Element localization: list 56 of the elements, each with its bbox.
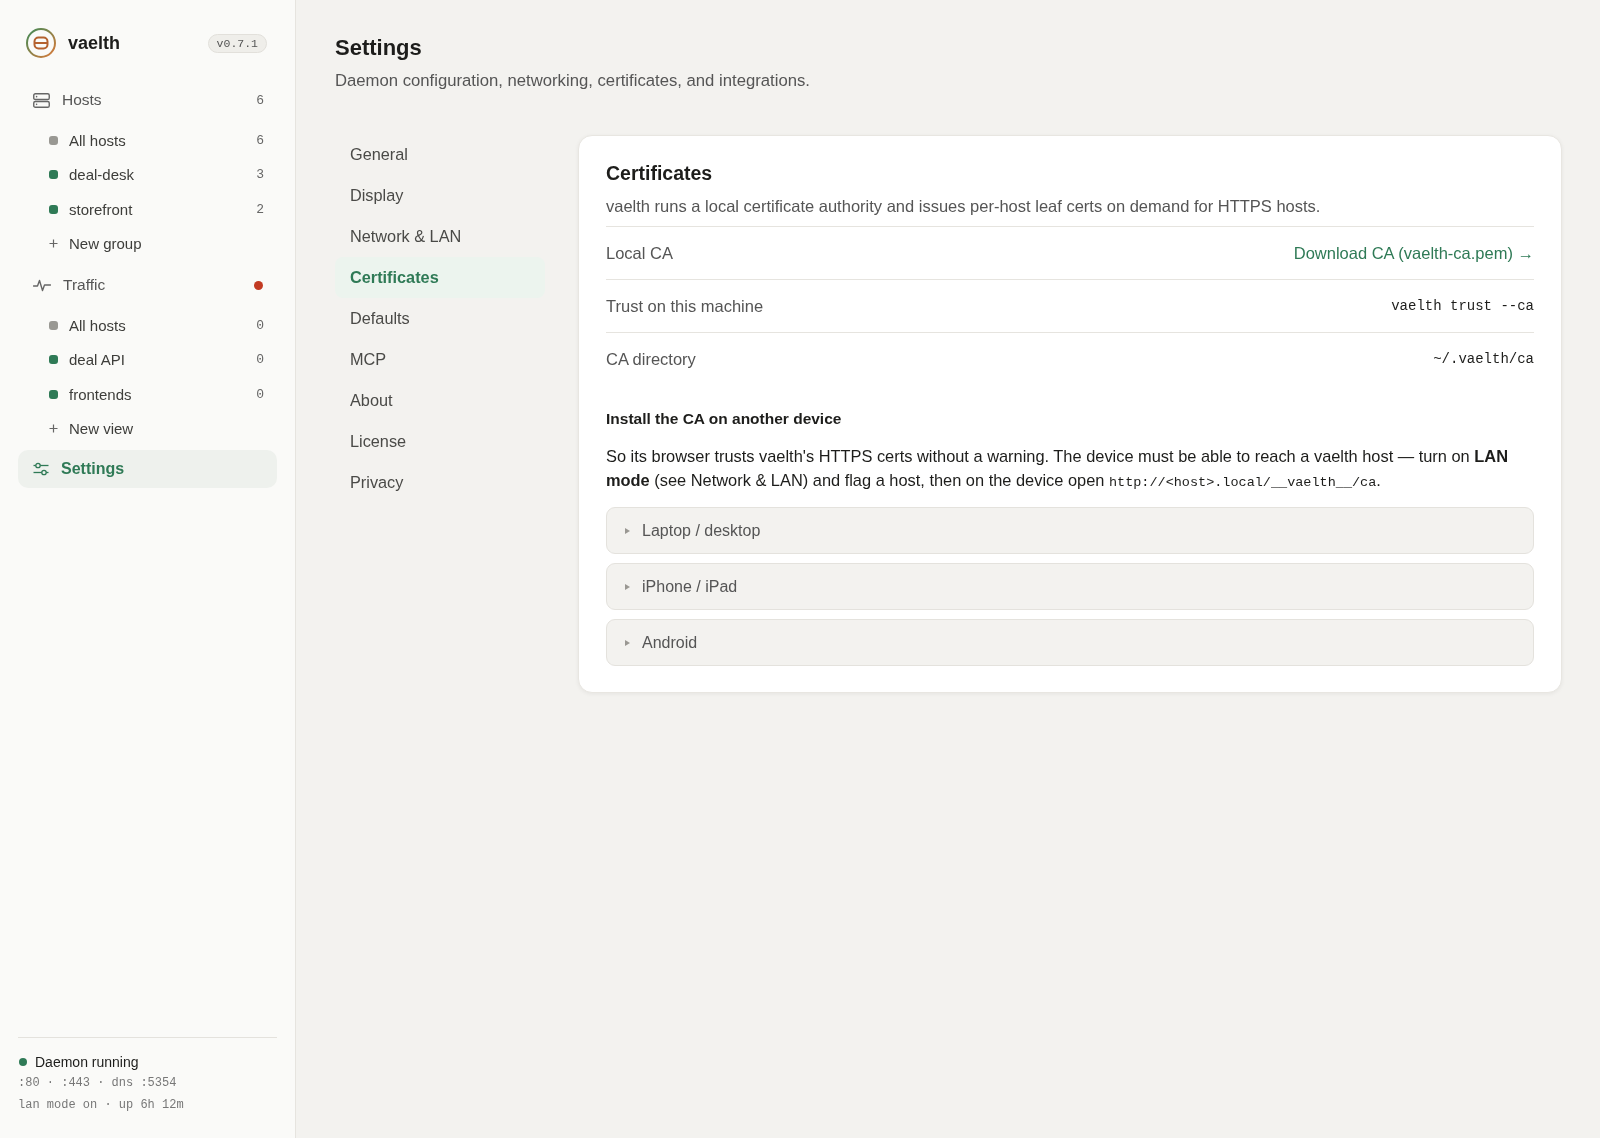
download-link[interactable]: Download CA (vaelth-ca.pem) →	[1293, 243, 1534, 263]
item-count: 0	[256, 352, 264, 368]
status-text: Daemon running	[35, 1054, 139, 1070]
sidebar-item[interactable]: All hosts 6	[18, 123, 277, 158]
settings-tab[interactable]: Privacy	[335, 462, 545, 503]
sidebar-item[interactable]: deal-desk 3	[18, 157, 277, 192]
item-count: 6	[256, 132, 264, 148]
item-count: 6	[256, 92, 264, 108]
app-name: vaelth	[68, 32, 122, 54]
server-icon	[33, 92, 50, 108]
settings-tab[interactable]: MCP	[335, 339, 545, 380]
settings-tab[interactable]: Display	[335, 175, 545, 216]
caret-icon	[625, 583, 630, 590]
item-count: 0	[256, 317, 264, 333]
platform-accordion[interactable]: iPhone / iPad	[606, 563, 1534, 610]
item-count: 3	[256, 167, 264, 183]
sidebar-item[interactable]: All hosts 0	[18, 308, 277, 343]
settings-tab[interactable]: Defaults	[335, 298, 545, 339]
uptime-info: lan mode on · up 6h 12m	[18, 1097, 185, 1114]
platform-accordion[interactable]: Laptop / desktop	[606, 507, 1534, 554]
sidebar-item[interactable]: deal API 0	[18, 342, 277, 377]
pulse-icon	[33, 278, 51, 292]
port-info: :80 · :443 · dns :5354	[18, 1075, 178, 1092]
settings-tab[interactable]: General	[335, 134, 545, 175]
sidebar-item[interactable]: storefront 2	[18, 192, 277, 227]
sidebar-section-link[interactable]: Hosts 6	[18, 83, 277, 117]
card-description: vaelth runs a local certificate authority and issues per-host leaf certs on demand for HTTPS hosts.	[606, 196, 1322, 217]
card-title: Certificates	[606, 161, 714, 185]
caret-icon	[625, 527, 630, 534]
item-count: 0	[256, 386, 264, 402]
logo-icon	[26, 28, 56, 58]
sidebar-section-link[interactable]: Traffic	[18, 268, 277, 302]
setting-label: Trust on this machine	[606, 296, 764, 316]
settings-nav-link[interactable]: Settings	[18, 450, 277, 488]
settings-tab[interactable]: Certificates	[335, 257, 545, 298]
section-heading: Install the CA on another device	[606, 409, 843, 429]
plus-icon	[49, 424, 58, 434]
page-title: Settings	[335, 34, 423, 62]
command-text: vaelth trust --ca	[1391, 298, 1534, 314]
setting-label: Local CA	[606, 243, 673, 263]
caret-icon	[625, 639, 630, 646]
plus-icon	[49, 239, 58, 249]
settings-tab[interactable]: Network & LAN	[335, 216, 545, 257]
sidebar-item[interactable]: frontends 0	[18, 377, 277, 412]
add-link[interactable]: New view	[18, 411, 277, 446]
settings-tab[interactable]: License	[335, 421, 545, 462]
install-instructions: So its browser trusts vaelth's HTTPS certs without a warning. The device must be able to reach a vaelth host — turn on LAN mode (see Network & LAN) and flag a host, then on the device open http://<host>.local/__vaelth__/ca.	[606, 446, 1509, 492]
item-count: 2	[256, 201, 264, 217]
sliders-icon	[33, 462, 49, 476]
add-link[interactable]: New group	[18, 226, 277, 261]
version-badge: v0.7.1	[207, 33, 267, 53]
platform-accordion[interactable]: Android	[606, 619, 1534, 666]
setting-label: CA directory	[606, 349, 696, 369]
settings-tab[interactable]: About	[335, 380, 545, 421]
command-text: ~/.vaelth/ca	[1433, 351, 1534, 367]
page-subtitle: Daemon configuration, networking, certificates, and integrations.	[335, 70, 811, 92]
